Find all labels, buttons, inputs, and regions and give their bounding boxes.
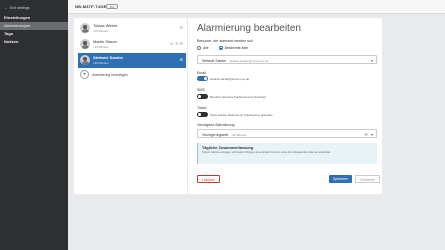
back-arrow-icon: ← [4,5,8,10]
save-button[interactable]: Speichern [329,175,353,183]
page-title: Alarmierung bearbeiten [197,23,301,34]
alarm-card: Tobias Weber +49 Minuten ✉ Martin Stauer… [74,18,382,194]
radio-alle[interactable] [197,46,201,50]
delay-select[interactable]: Verzögerungszeit +60 Minuten ⟳ ▾ [197,129,377,138]
delay-select-value: Verzögerungszeit [202,132,229,137]
recipient-delay: +49 Minuten [93,44,109,49]
user-select-value: Stefanie Sander [202,58,227,63]
discard-button[interactable]: Verwerfen [355,175,381,183]
delay-select-detail: +60 Minuten [231,132,247,137]
sms-label: SMS [197,88,205,92]
sms-hint: Benutzer hat keine Telefonnummer hinterl… [210,94,266,99]
delete-button[interactable]: Löschen [197,175,220,183]
ticket-label: Ticket [197,106,207,110]
top-bar: NB-M37F-T4GE bro [68,0,445,14]
email-label: Email [197,71,206,75]
email-address: stefanie.sander@server-eye.de [210,76,250,81]
avatar [80,55,90,65]
sidebar-item-einstellungen[interactable]: Einstellungen [0,14,68,22]
add-alarm-button[interactable]: + Alarmierung hinzufügen [80,70,128,79]
radio-bestimmte[interactable] [218,46,223,50]
sms-toggle[interactable] [197,94,208,99]
radio-bestimmte-label: Bestimmte Alter [224,46,249,50]
sensor-code: NB-M37F-T4GE [75,4,107,9]
recipient-item-tobias-weber[interactable]: Tobias Weber +49 Minuten ✉ [78,21,186,36]
settings-sidebar: ← Exit settings Einstellungen Alarmierun… [0,0,68,250]
delay-label: Verzögerte Alarmierung [197,123,235,127]
radio-alle-label: Alle [203,46,209,50]
who-label: Benutzer, der alarmiert werden soll [197,39,253,43]
recipient-name: Tobias Weber [93,23,118,28]
user-select-detail: stefanie.sander@server-eye.de [229,58,269,63]
user-select[interactable]: Stefanie Sander stefanie.sander@server-ey… [197,55,377,64]
chevron-down-icon: ▾ [370,131,373,137]
sidebar-item-alarmierungen[interactable]: Alarmierungen [0,22,68,30]
daily-summary-info: Tägliche Zusammenfassung Sofern Alarme a… [197,143,377,164]
exit-settings-label: Exit settings [10,5,30,10]
refresh-icon: ⟳ [364,131,368,137]
exit-settings-link[interactable]: ← Exit settings [4,5,29,10]
contact-icons: ☏ ✆ ✉ [169,41,183,46]
avatar [80,23,90,33]
email-toggle-row: stefanie.sander@server-eye.de [197,76,249,81]
ticket-toggle-row: Keine werden direkt an ein Ticketsystem … [197,112,272,117]
who-radio-group: Alle Bestimmte Alter [197,46,248,50]
recipient-name: Stefanie Sander [93,55,124,60]
alarm-form: Alarmierung bearbeiten Benutzer, der ala… [197,18,377,194]
recipient-list: Tobias Weber +49 Minuten ✉ Martin Stauer… [74,18,186,194]
info-text: Sofern Alarme anliegen wird jeden Morgen… [202,150,331,154]
plus-icon: + [80,70,89,79]
mail-icon: ✉ [179,25,183,30]
settings-nav: Einstellungen Alarmierungen Tags Notizen [0,14,68,46]
divider [187,18,188,194]
email-toggle[interactable] [197,76,208,81]
recipient-name: Martin Stauer [93,39,118,44]
avatar [80,39,90,49]
add-alarm-label: Alarmierung hinzufügen [92,72,128,77]
ticket-toggle[interactable] [197,112,208,117]
chevron-down-icon: ▾ [370,57,373,63]
recipient-delay: +60 Minuten [93,60,109,65]
recipient-item-stefanie-sander[interactable]: Stefanie Sander +60 Minuten ✉ [78,53,186,68]
recipient-item-martin-stauer[interactable]: Martin Stauer +49 Minuten ☏ ✆ ✉ [78,37,186,52]
sidebar-item-notizen[interactable]: Notizen [0,38,68,46]
sms-toggle-row: Benutzer hat keine Telefonnummer hinterl… [197,94,266,99]
status-badge: bro [106,3,119,9]
mail-icon: ✉ [179,57,183,62]
ticket-hint: Keine werden direkt an ein Ticketsystem … [210,112,273,117]
sidebar-item-tags[interactable]: Tags [0,30,68,38]
recipient-delay: +49 Minuten [93,28,109,33]
